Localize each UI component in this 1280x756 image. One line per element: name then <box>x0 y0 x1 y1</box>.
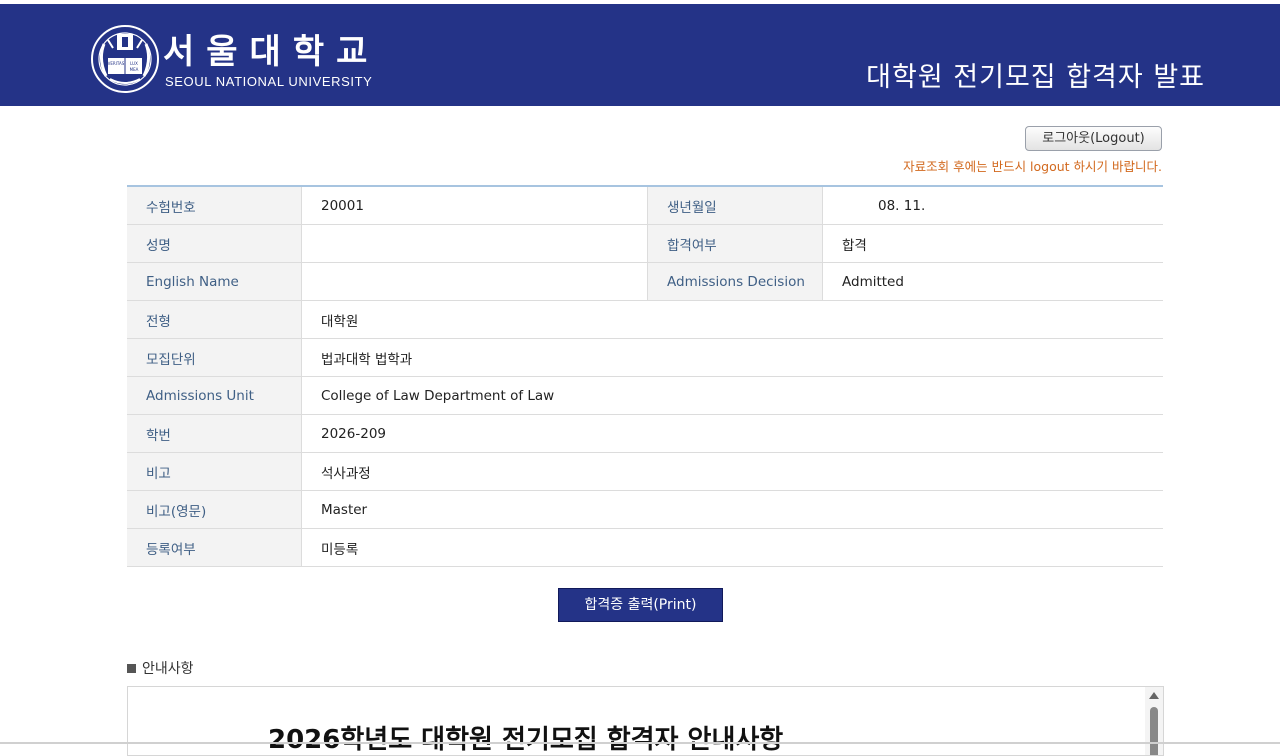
university-name-en: SEOUL NATIONAL UNIVERSITY <box>165 74 373 89</box>
table-row: Admissions Unit College of Law Departmen… <box>127 376 1163 415</box>
english-name-label: English Name <box>127 262 302 301</box>
notice-title: 2026학년도 대학원 전기모집 합격자 안내사항 <box>268 725 784 755</box>
table-row: 수험번호 20001 생년월일 08. 11. <box>127 186 1163 225</box>
exam-number-value: 20001 <box>301 186 648 225</box>
snu-emblem-icon: VERITAS LUX MEA <box>91 25 159 93</box>
admission-unit-en-value: College of Law Department of Law <box>301 376 1163 415</box>
remark-en-value: Master <box>301 490 1163 529</box>
enrollment-status-value: 미등록 <box>301 528 1163 567</box>
notice-panel[interactable]: 2026학년도 대학원 전기모집 합격자 안내사항 <box>127 686 1164 756</box>
result-label: 합격여부 <box>647 224 823 263</box>
admission-unit-label: 모집단위 <box>127 338 302 377</box>
name-label: 성명 <box>127 224 302 263</box>
table-row: English Name Admissions Decision Admitte… <box>127 262 1163 301</box>
track-label: 전형 <box>127 300 302 339</box>
svg-text:VERITAS: VERITAS <box>108 61 125 66</box>
student-number-label: 학번 <box>127 414 302 453</box>
table-row: 학번 2026-209 <box>127 414 1163 453</box>
remark-en-label: 비고(영문) <box>127 490 302 529</box>
notice-heading: 안내사항 <box>127 658 194 678</box>
table-row: 성명 합격여부 합격 <box>127 224 1163 263</box>
applicant-info-table: 수험번호 20001 생년월일 08. 11. 성명 합격여부 합격 Engli… <box>127 185 1163 567</box>
birth-date-label: 생년월일 <box>647 186 823 225</box>
scroll-thumb[interactable] <box>1150 707 1158 755</box>
admission-unit-en-label: Admissions Unit <box>127 376 302 415</box>
logout-button[interactable]: 로그아웃(Logout) <box>1025 126 1162 151</box>
print-certificate-button[interactable]: 합격증 출력(Print) <box>558 588 723 622</box>
remark-label: 비고 <box>127 452 302 491</box>
admissions-decision-value: Admitted <box>822 262 1163 301</box>
table-row: 전형 대학원 <box>127 300 1163 339</box>
table-row: 등록여부 미등록 <box>127 528 1163 567</box>
exam-number-label: 수험번호 <box>127 186 302 225</box>
track-value: 대학원 <box>301 300 1163 339</box>
scroll-up-arrow-icon[interactable] <box>1149 692 1159 699</box>
university-name-ko: 서울대학교 <box>163 32 380 72</box>
table-row: 모집단위 법과대학 법학과 <box>127 338 1163 377</box>
result-value: 합격 <box>822 224 1163 263</box>
enrollment-status-label: 등록여부 <box>127 528 302 567</box>
remark-value: 석사과정 <box>301 452 1163 491</box>
notice-scrollbar[interactable] <box>1145 687 1163 755</box>
name-value <box>301 224 648 263</box>
notice-heading-label: 안내사항 <box>142 661 194 677</box>
student-number-value: 2026-209 <box>301 414 1163 453</box>
svg-text:MEA: MEA <box>130 67 139 72</box>
page-title: 대학원 전기모집 합격자 발표 <box>866 62 1205 93</box>
site-header: VERITAS LUX MEA 서울대학교 SEOUL NATIONAL UNI… <box>0 4 1280 106</box>
table-row: 비고 석사과정 <box>127 452 1163 491</box>
english-name-value <box>301 262 648 301</box>
admission-unit-value: 법과대학 법학과 <box>301 338 1163 377</box>
svg-text:LUX: LUX <box>130 61 138 66</box>
table-row: 비고(영문) Master <box>127 490 1163 529</box>
admissions-decision-label: Admissions Decision <box>647 262 823 301</box>
birth-date-value: 08. 11. <box>822 186 1163 225</box>
logout-notice: 자료조회 후에는 반드시 logout 하시기 바랍니다. <box>903 159 1162 174</box>
bullet-square-icon <box>127 663 136 673</box>
